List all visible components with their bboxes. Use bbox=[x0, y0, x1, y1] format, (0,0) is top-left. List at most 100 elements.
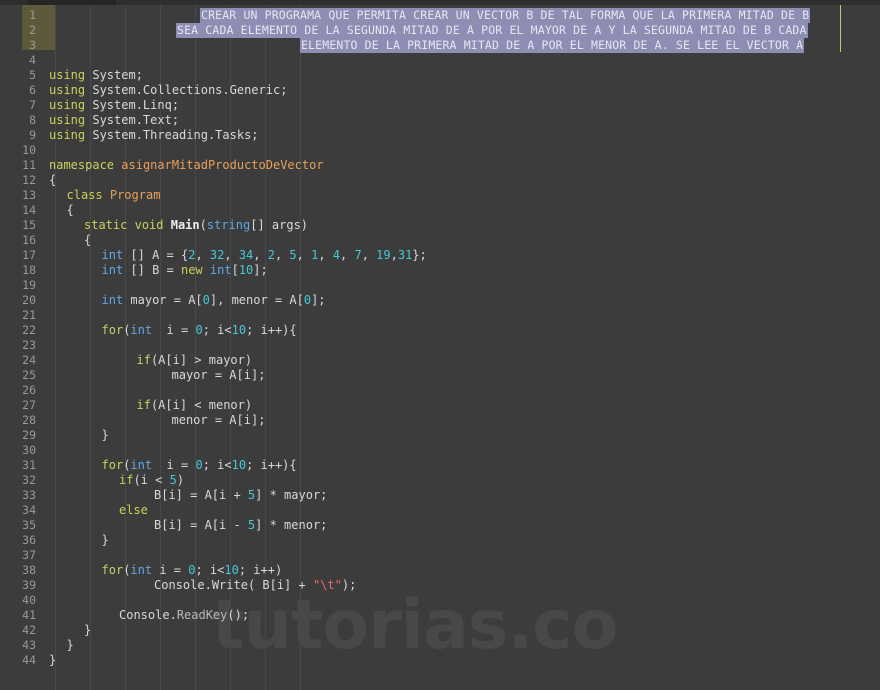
code-line[interactable]: } bbox=[102, 533, 109, 548]
line-number: 9 bbox=[29, 128, 36, 142]
code-token-id: [] args) bbox=[250, 218, 309, 232]
code-token-kw: using bbox=[49, 98, 86, 112]
code-content-area[interactable]: CREAR UN PROGRAMA QUE PERMITA CREAR UN V… bbox=[44, 5, 880, 690]
code-token-type: string bbox=[206, 218, 251, 232]
code-token-id: }; bbox=[412, 248, 427, 262]
code-token-id: i = bbox=[152, 323, 196, 337]
code-line[interactable]: using System; bbox=[49, 68, 143, 83]
code-line[interactable]: menor = A[i]; bbox=[172, 413, 266, 428]
code-token-id: (); bbox=[227, 608, 250, 622]
code-line[interactable]: namespace asignarMitadProductoDeVector bbox=[49, 158, 324, 173]
code-line[interactable]: if(i < 5) bbox=[119, 473, 184, 488]
line-number: 23 bbox=[22, 338, 36, 352]
code-line[interactable]: using System.Linq; bbox=[49, 98, 179, 113]
code-line[interactable]: static void Main(string[] args) bbox=[84, 218, 308, 233]
line-number: 31 bbox=[22, 458, 36, 472]
selected-comment-block[interactable]: CREAR UN PROGRAMA QUE PERMITA CREAR UN V… bbox=[44, 5, 840, 55]
code-token-type: int bbox=[130, 323, 153, 337]
code-token-cls: asignarMitadProductoDeVector bbox=[121, 158, 324, 172]
code-token-punct: { bbox=[84, 233, 92, 247]
line-number: 14 bbox=[22, 203, 36, 217]
code-token-type: int bbox=[209, 263, 232, 277]
code-line[interactable]: for(int i = 0; i<10; i++) bbox=[102, 563, 283, 578]
code-token-id: ; i++){ bbox=[246, 323, 297, 337]
code-line[interactable]: B[i] = A[i - 5] * menor; bbox=[154, 518, 327, 533]
code-line[interactable]: using System.Threading.Tasks; bbox=[49, 128, 259, 143]
code-line[interactable]: int mayor = A[0], menor = A[0]; bbox=[102, 293, 326, 308]
code-token-id: Console bbox=[154, 578, 205, 592]
code-line[interactable]: { bbox=[49, 173, 56, 188]
code-line[interactable]: Console.Write( B[i] + "\t"); bbox=[154, 578, 356, 593]
code-line[interactable]: class Program bbox=[67, 188, 161, 203]
code-token-type: int bbox=[101, 293, 124, 307]
code-line[interactable]: if(A[i] < menor) bbox=[137, 398, 253, 413]
code-token-kw: else bbox=[119, 503, 148, 517]
code-token-kw: static bbox=[84, 218, 128, 232]
code-token-num: 0 bbox=[303, 293, 312, 307]
code-line[interactable]: B[i] = A[i + 5] * mayor; bbox=[154, 488, 327, 503]
code-line[interactable]: mayor = A[i]; bbox=[172, 368, 266, 383]
code-token-type: int bbox=[130, 563, 153, 577]
code-line[interactable]: for(int i = 0; i<10; i++){ bbox=[102, 458, 297, 473]
selected-comment-line[interactable]: ELEMENTO DE LA PRIMERA MITAD DE A POR EL… bbox=[300, 38, 805, 53]
selected-comment-line[interactable]: CREAR UN PROGRAMA QUE PERMITA CREAR UN V… bbox=[200, 8, 811, 23]
code-token-id: ; i++){ bbox=[246, 458, 297, 472]
line-number: 37 bbox=[22, 548, 36, 562]
code-token-id: menor = A[i]; bbox=[171, 413, 266, 427]
line-number-gutter[interactable]: 1 2 3 4 5 6 7 8 9 10 11 12 13 14 15 16 17 18 19 20 21 22 23 24 2… bbox=[0, 5, 55, 690]
code-token-punct: } bbox=[49, 653, 57, 667]
code-token-kw: for bbox=[101, 458, 124, 472]
code-token-num: 0 bbox=[195, 323, 203, 337]
code-token-num: 0 bbox=[202, 293, 210, 307]
line-number: 35 bbox=[22, 518, 36, 532]
code-token-num: 31 bbox=[397, 248, 413, 262]
code-token-cls: Program bbox=[109, 188, 161, 202]
code-token-num: 5 bbox=[289, 248, 297, 262]
code-token-punct: . bbox=[204, 578, 212, 592]
code-line[interactable]: for(int i = 0; i<10; i++){ bbox=[102, 323, 297, 338]
code-token-id: System.Text; bbox=[85, 113, 180, 127]
code-token-punct: { bbox=[49, 173, 57, 187]
code-token-id: System.Collections.Generic; bbox=[85, 83, 288, 97]
line-number: 2 bbox=[29, 23, 36, 37]
code-line[interactable]: else bbox=[119, 503, 148, 518]
code-token-num: 10 bbox=[224, 563, 239, 577]
code-line[interactable]: int [] B = new int[10]; bbox=[102, 263, 268, 278]
code-token-num: 10 bbox=[231, 458, 247, 472]
code-token-punct: { bbox=[66, 203, 74, 217]
line-number: 13 bbox=[22, 188, 36, 202]
code-line[interactable]: } bbox=[49, 653, 56, 668]
code-line[interactable]: { bbox=[67, 203, 74, 218]
code-token-mth: ReadKey bbox=[176, 608, 228, 622]
line-number: 5 bbox=[29, 68, 36, 82]
code-token-id: B[i] = A[i - bbox=[154, 518, 248, 532]
code-line[interactable]: using System.Text; bbox=[49, 113, 179, 128]
code-token-id: System.Threading.Tasks; bbox=[85, 128, 259, 142]
code-line[interactable]: Console.ReadKey(); bbox=[119, 608, 249, 623]
code-token-num: 32 bbox=[209, 248, 225, 262]
line-number: 11 bbox=[22, 158, 36, 172]
line-number: 30 bbox=[22, 443, 36, 457]
code-token-id: , bbox=[340, 248, 355, 262]
code-token-kw: class bbox=[66, 188, 103, 202]
code-token-id bbox=[203, 263, 210, 277]
line-number: 19 bbox=[22, 278, 36, 292]
code-token-kw: for bbox=[101, 323, 124, 337]
code-line[interactable]: { bbox=[84, 233, 91, 248]
line-number: 15 bbox=[22, 218, 36, 232]
code-line[interactable]: if(A[i] > mayor) bbox=[137, 353, 253, 368]
code-token-num: 7 bbox=[354, 248, 362, 262]
code-token-kw: using bbox=[49, 83, 86, 97]
code-line[interactable]: } bbox=[84, 623, 91, 638]
selected-comment-line[interactable]: SEA CADA ELEMENTO DE LA SEGUNDA MITAD DE… bbox=[176, 23, 808, 38]
line-number: 25 bbox=[22, 368, 36, 382]
code-line[interactable]: int [] A = {2, 32, 34, 2, 5, 1, 4, 7, 19… bbox=[102, 248, 427, 263]
code-line[interactable]: using System.Collections.Generic; bbox=[49, 83, 287, 98]
code-token-id: System.Linq; bbox=[85, 98, 180, 112]
line-number: 38 bbox=[22, 563, 36, 577]
code-token-kw: using bbox=[49, 68, 86, 82]
code-line[interactable]: } bbox=[67, 638, 74, 653]
line-number: 17 bbox=[22, 248, 36, 262]
code-line[interactable]: } bbox=[102, 428, 109, 443]
code-token-punct: . bbox=[169, 608, 177, 622]
